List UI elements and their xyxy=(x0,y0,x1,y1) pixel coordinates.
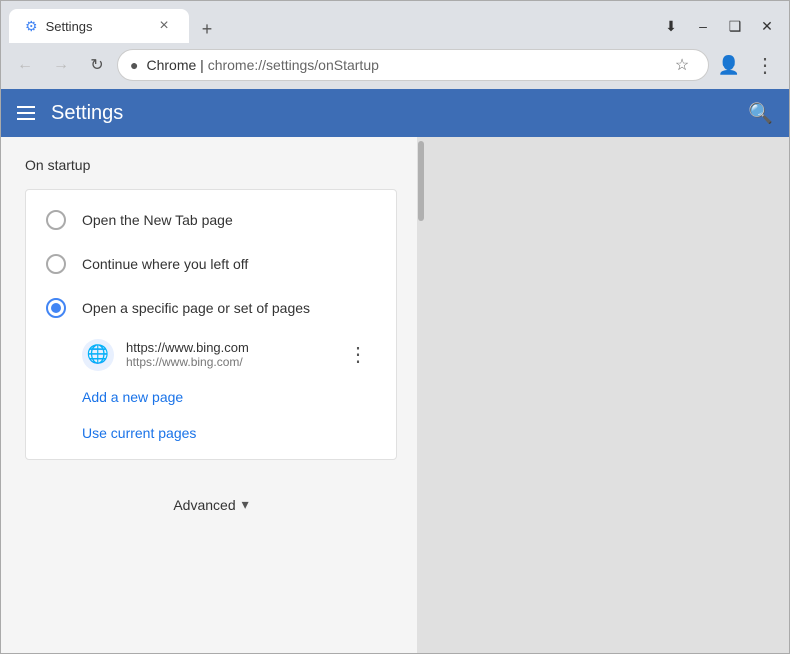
option-new-tab[interactable]: Open the New Tab page xyxy=(26,198,396,242)
page-url-sub: https://www.bing.com/ xyxy=(126,355,328,369)
startup-options-card: Open the New Tab page Continue where you… xyxy=(25,189,397,460)
reload-button[interactable]: ↻ xyxy=(81,49,113,81)
page-more-button[interactable]: ⋮ xyxy=(340,338,376,371)
close-button[interactable]: ✕ xyxy=(753,12,781,40)
option-continue[interactable]: Continue where you left off xyxy=(26,242,396,286)
section-title: On startup xyxy=(25,157,397,173)
startup-page-entry: 🌐 https://www.bing.com https://www.bing.… xyxy=(26,330,396,379)
option-continue-label: Continue where you left off xyxy=(82,256,248,272)
site-icon: ● xyxy=(130,57,138,73)
maximize-button[interactable]: ❑ xyxy=(721,12,749,40)
content-wrapper: On startup Open the New Tab page Continu… xyxy=(1,137,789,653)
globe-icon: 🌐 xyxy=(82,339,114,371)
tab-close-button[interactable]: × xyxy=(155,17,173,35)
title-bar: ⚙ Settings × + ⬇ – ❑ ✕ xyxy=(1,1,789,43)
hamburger-line-1 xyxy=(17,106,35,108)
bookmark-button[interactable]: ☆ xyxy=(668,51,696,79)
page-info: https://www.bing.com https://www.bing.co… xyxy=(126,340,328,369)
scrollbar-track[interactable] xyxy=(417,137,789,653)
url-domain: Chrome xyxy=(146,57,196,73)
minimize-button[interactable]: – xyxy=(689,12,717,40)
scrollbar-thumb[interactable] xyxy=(418,141,424,221)
url-text: Chrome | chrome://settings/onStartup xyxy=(146,57,660,73)
url-separator: | xyxy=(200,57,208,73)
radio-new-tab[interactable] xyxy=(46,210,66,230)
window-controls: ⬇ – ❑ ✕ xyxy=(657,12,781,40)
address-bar: ← → ↻ ● Chrome | chrome://settings/onSta… xyxy=(1,43,789,89)
back-button[interactable]: ← xyxy=(9,49,41,81)
tab-favicon: ⚙ xyxy=(25,18,38,35)
url-actions: ☆ xyxy=(668,51,696,79)
use-current-pages-button[interactable]: Use current pages xyxy=(26,415,216,451)
radio-continue[interactable] xyxy=(46,254,66,274)
new-tab-button[interactable]: + xyxy=(193,15,221,43)
profile-button[interactable]: 👤 xyxy=(713,49,745,81)
forward-button[interactable]: → xyxy=(45,49,77,81)
advanced-arrow-icon: ▾ xyxy=(242,496,249,513)
option-specific-label: Open a specific page or set of pages xyxy=(82,300,310,316)
option-specific[interactable]: Open a specific page or set of pages xyxy=(26,286,396,330)
chrome-menu-button[interactable]: ⋮ xyxy=(749,49,781,81)
hamburger-line-2 xyxy=(17,112,35,114)
tab-title: Settings xyxy=(46,19,147,34)
option-new-tab-label: Open the New Tab page xyxy=(82,212,233,228)
url-path: chrome://settings/onStartup xyxy=(208,57,379,73)
content-inner: On startup Open the New Tab page Continu… xyxy=(25,157,397,529)
add-new-page-button[interactable]: Add a new page xyxy=(26,379,203,415)
advanced-section[interactable]: Advanced ▾ xyxy=(25,480,397,529)
advanced-label: Advanced xyxy=(173,497,235,513)
settings-header: Settings 🔍 xyxy=(1,89,789,137)
hamburger-menu-button[interactable] xyxy=(17,106,35,120)
page-url: https://www.bing.com xyxy=(126,340,328,355)
tab-area: ⚙ Settings × + xyxy=(9,9,657,43)
url-bar[interactable]: ● Chrome | chrome://settings/onStartup ☆ xyxy=(117,49,709,81)
main-content: On startup Open the New Tab page Continu… xyxy=(1,137,417,653)
settings-page-title: Settings xyxy=(51,102,748,125)
download-button[interactable]: ⬇ xyxy=(657,12,685,40)
browser-window: ⚙ Settings × + ⬇ – ❑ ✕ ← → ↻ ● Chrome | … xyxy=(0,0,790,654)
settings-search-icon[interactable]: 🔍 xyxy=(748,101,773,126)
hamburger-line-3 xyxy=(17,118,35,120)
radio-specific[interactable] xyxy=(46,298,66,318)
active-tab[interactable]: ⚙ Settings × xyxy=(9,9,189,43)
